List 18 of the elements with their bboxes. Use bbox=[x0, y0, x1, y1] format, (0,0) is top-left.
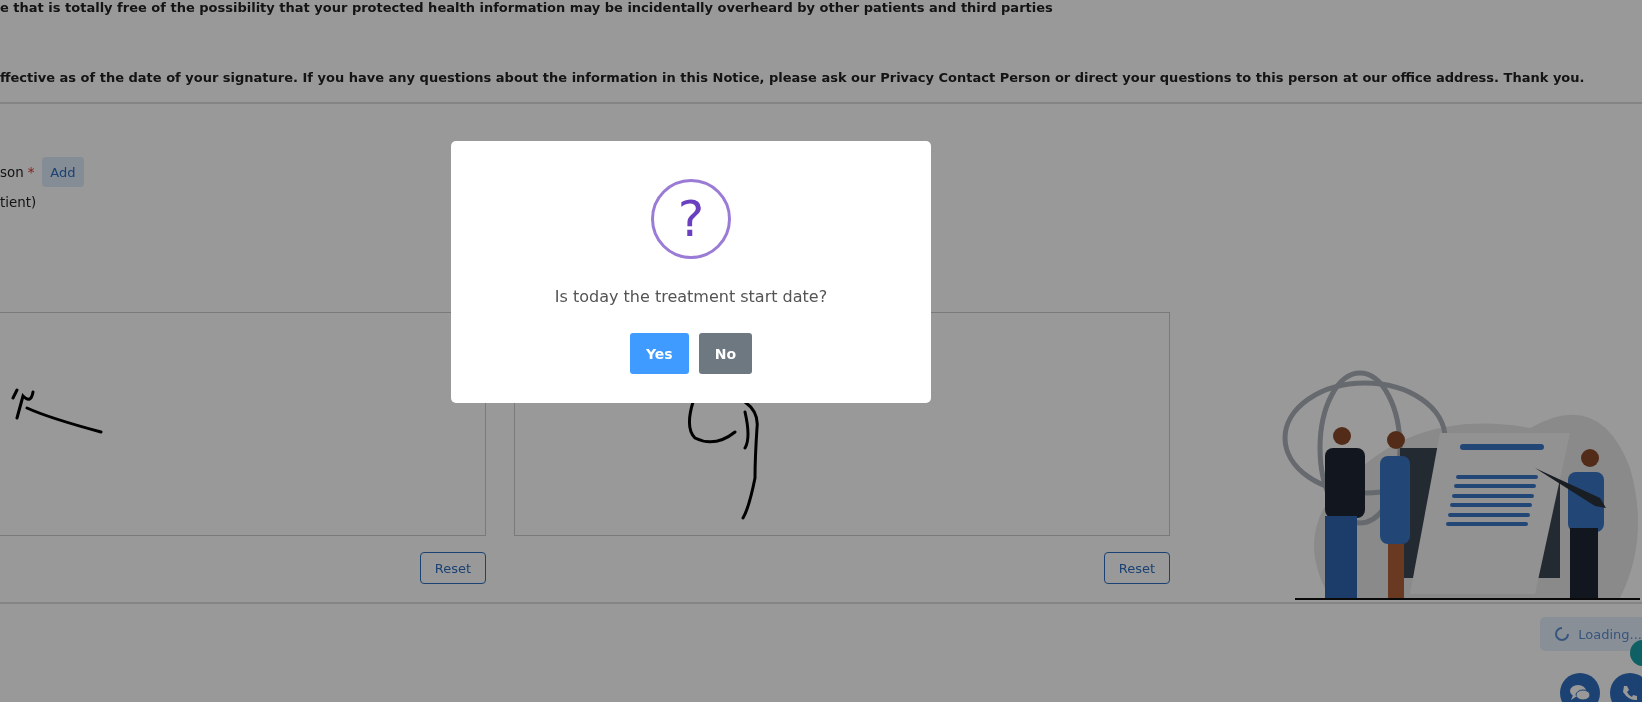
phone-icon bbox=[1621, 684, 1639, 702]
yes-button[interactable]: Yes bbox=[630, 333, 689, 374]
required-mark: * bbox=[27, 164, 35, 180]
dialog-message: Is today the treatment start date? bbox=[554, 287, 828, 306]
field-label: tient) bbox=[0, 195, 38, 210]
field-label: son bbox=[0, 164, 24, 180]
chat-icon bbox=[1569, 684, 1591, 702]
signature-pad[interactable] bbox=[0, 312, 486, 536]
notice-text: e that is totally free of the possibility that your protected health information may be incidentally overheard by other patients and third parties bbox=[0, 0, 1054, 16]
no-button[interactable]: No bbox=[698, 333, 752, 374]
spinner-icon bbox=[1554, 626, 1571, 642]
chat-button[interactable] bbox=[1560, 673, 1600, 702]
reset-button[interactable]: Reset bbox=[1104, 552, 1170, 584]
reset-button[interactable]: Reset bbox=[420, 552, 486, 584]
notice-text: ffective as of the date of your signature. If you have any questions about the information in this Notice, please ask our Privacy Contact Person or direct your questions to this person at our office address. Thank you. bbox=[0, 70, 1586, 86]
add-button[interactable]: Add bbox=[42, 157, 84, 187]
loading-indicator: Loading... bbox=[1540, 617, 1642, 651]
question-icon: ? bbox=[651, 179, 731, 259]
